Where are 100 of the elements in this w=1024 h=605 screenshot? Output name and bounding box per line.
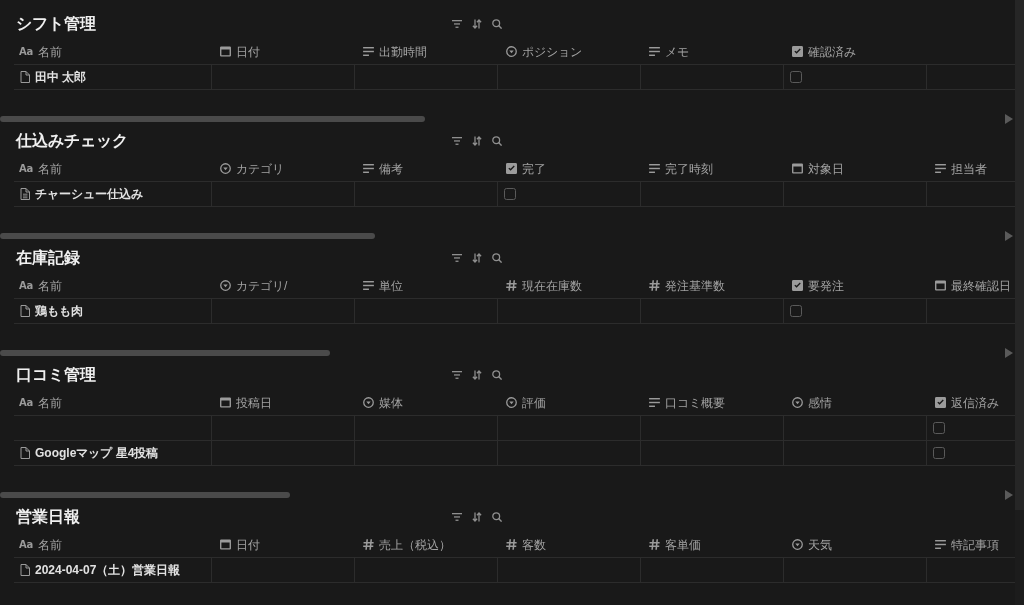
hash-icon <box>363 539 374 550</box>
column-header[interactable]: 日付 <box>212 532 355 557</box>
scroll-arrow-icon[interactable] <box>1005 114 1013 124</box>
page-title-link[interactable]: Googleマップ 星4投稿 <box>35 444 159 462</box>
column-header[interactable]: メモ <box>641 39 784 64</box>
text-lines-icon <box>363 281 374 290</box>
column-header[interactable]: 売上（税込） <box>355 532 498 557</box>
calendar-icon <box>792 163 803 174</box>
sort-icon[interactable] <box>472 19 482 29</box>
database-title: 口コミ管理 <box>16 365 96 385</box>
filter-icon[interactable] <box>452 137 462 145</box>
scroll-arrow-icon[interactable] <box>1005 231 1013 241</box>
search-icon[interactable] <box>492 19 502 29</box>
text-lines-icon <box>649 398 660 407</box>
database-title: 在庫記録 <box>16 248 80 268</box>
dropdown-circle-icon <box>506 397 517 408</box>
column-header[interactable]: カテゴリ <box>212 156 355 181</box>
column-header[interactable]: 確認済み <box>784 39 927 64</box>
dropdown-circle-icon <box>220 280 231 291</box>
title-property-icon: Aa <box>19 161 33 176</box>
page-title-link[interactable]: 2024-04-07（土）営業日報 <box>35 561 181 579</box>
text-lines-icon <box>363 47 374 56</box>
hash-icon <box>649 280 660 291</box>
text-lines-icon <box>935 164 946 173</box>
text-lines-icon <box>649 47 660 56</box>
sort-icon[interactable] <box>472 370 482 380</box>
horizontal-scroll-thumb[interactable] <box>0 233 375 239</box>
hash-icon <box>506 539 517 550</box>
dropdown-circle-icon <box>220 163 231 174</box>
column-header[interactable]: 単位 <box>355 273 498 298</box>
column-header[interactable]: 投稿日 <box>212 390 355 415</box>
horizontal-scroll-thumb[interactable] <box>0 492 290 498</box>
column-header[interactable]: Aa 名前 <box>14 390 212 415</box>
calendar-icon <box>220 539 231 550</box>
scroll-arrow-icon[interactable] <box>1005 348 1013 358</box>
checked-box-icon <box>792 280 803 291</box>
column-header[interactable]: 口コミ概要 <box>641 390 784 415</box>
text-lines-icon <box>935 540 946 549</box>
search-icon[interactable] <box>492 512 502 522</box>
hash-icon <box>649 539 660 550</box>
page-title-link[interactable]: チャーシュー仕込み <box>35 185 143 203</box>
filter-icon[interactable] <box>452 20 462 28</box>
column-header[interactable]: 完了時刻 <box>641 156 784 181</box>
column-header[interactable]: Aa 名前 <box>14 156 212 181</box>
page-title-link[interactable]: 鶏もも肉 <box>35 302 83 320</box>
checkbox[interactable] <box>933 422 945 434</box>
dropdown-circle-icon <box>363 397 374 408</box>
column-header[interactable]: 対象日 <box>784 156 927 181</box>
dropdown-circle-icon <box>506 46 517 57</box>
calendar-icon <box>220 397 231 408</box>
filter-icon[interactable] <box>452 513 462 521</box>
horizontal-scroll-thumb[interactable] <box>0 350 330 356</box>
column-header[interactable]: 評価 <box>498 390 641 415</box>
column-header[interactable]: 最終確認日 <box>927 273 1015 298</box>
sort-icon[interactable] <box>472 253 482 263</box>
horizontal-scroll-thumb[interactable] <box>0 116 425 122</box>
scroll-arrow-icon[interactable] <box>1005 490 1013 500</box>
database-title: シフト管理 <box>16 14 96 34</box>
column-header[interactable]: 要発注 <box>784 273 927 298</box>
column-header[interactable]: Aa 名前 <box>14 532 212 557</box>
database-title: 営業日報 <box>16 507 80 527</box>
column-header[interactable]: 現在在庫数 <box>498 273 641 298</box>
checked-box-icon <box>792 46 803 57</box>
column-header[interactable]: 日付 <box>212 39 355 64</box>
search-icon[interactable] <box>492 253 502 263</box>
text-lines-icon <box>363 164 374 173</box>
title-property-icon: Aa <box>19 537 33 552</box>
column-header[interactable]: 媒体 <box>355 390 498 415</box>
column-header[interactable]: カテゴリ/ <box>212 273 355 298</box>
checkbox[interactable] <box>933 447 945 459</box>
page-title-link[interactable]: 田中 太郎 <box>35 68 87 86</box>
column-header[interactable]: 客数 <box>498 532 641 557</box>
column-header[interactable]: 発注基準数 <box>641 273 784 298</box>
checkbox[interactable] <box>504 188 516 200</box>
search-icon[interactable] <box>492 370 502 380</box>
column-header[interactable]: Aa 名前 <box>14 273 212 298</box>
checkbox[interactable] <box>790 71 802 83</box>
checked-box-icon <box>935 397 946 408</box>
search-icon[interactable] <box>492 136 502 146</box>
database-title: 仕込みチェック <box>16 131 128 151</box>
column-header[interactable]: 完了 <box>498 156 641 181</box>
filter-icon[interactable] <box>452 254 462 262</box>
calendar-icon <box>935 280 946 291</box>
column-header[interactable]: 感情 <box>784 390 927 415</box>
column-header[interactable]: ポジション <box>498 39 641 64</box>
filter-icon[interactable] <box>452 371 462 379</box>
column-header[interactable]: 特記事項 <box>927 532 1015 557</box>
calendar-icon <box>220 46 231 57</box>
dropdown-circle-icon <box>792 539 803 550</box>
column-header[interactable]: 客単価 <box>641 532 784 557</box>
column-header[interactable]: 担当者 <box>927 156 1015 181</box>
column-header[interactable]: 天気 <box>784 532 927 557</box>
column-header[interactable]: Aa 名前 <box>14 39 212 64</box>
text-lines-icon <box>649 164 660 173</box>
sort-icon[interactable] <box>472 512 482 522</box>
sort-icon[interactable] <box>472 136 482 146</box>
column-header[interactable]: 返信済み <box>927 390 1015 415</box>
column-header[interactable]: 出勤時間 <box>355 39 498 64</box>
column-header[interactable]: 備考 <box>355 156 498 181</box>
checkbox[interactable] <box>790 305 802 317</box>
